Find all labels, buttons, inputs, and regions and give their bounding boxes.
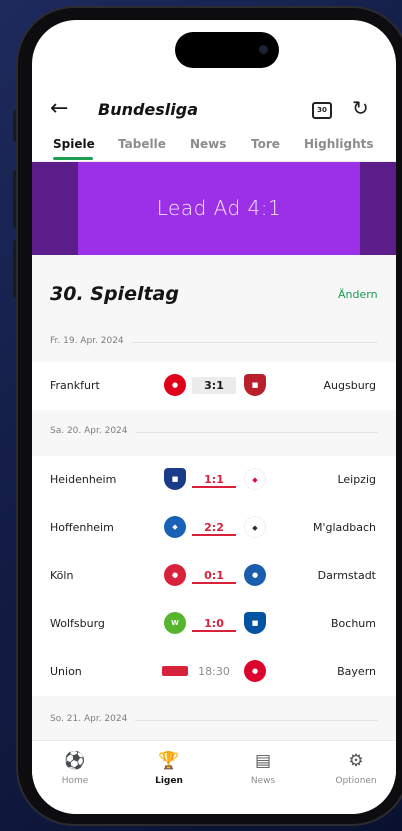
- away-crest-icon: ■: [244, 374, 266, 396]
- newspaper-icon: ▤: [254, 751, 272, 771]
- match-row[interactable]: Union 18:30 ● Bayern: [32, 648, 396, 696]
- back-arrow-icon[interactable]: ←: [50, 96, 68, 121]
- date-label: So. 21. Apr. 2024: [50, 714, 136, 724]
- page-title: Bundesliga: [98, 100, 199, 119]
- match-score: 1:0: [192, 615, 236, 632]
- match-score: 0:1: [192, 567, 236, 584]
- away-team: M'gladbach: [312, 521, 376, 534]
- home-crest-icon: ●: [164, 564, 186, 586]
- away-team: Augsburg: [323, 379, 376, 392]
- change-matchday-link[interactable]: Ändern: [338, 288, 378, 301]
- tab-tore[interactable]: Tore: [251, 137, 280, 151]
- away-team: Bochum: [331, 617, 376, 630]
- nav-label: Ligen: [155, 776, 183, 786]
- home-team: Frankfurt: [50, 379, 100, 392]
- nav-ligen[interactable]: 🏆 Ligen: [134, 751, 204, 786]
- match-row[interactable]: Heidenheim ■ 1:1 ◆ Leipzig: [32, 456, 396, 504]
- active-tab-indicator: [53, 157, 93, 160]
- away-team: Bayern: [337, 665, 376, 678]
- trophy-icon: 🏆: [158, 751, 180, 771]
- phone-screen: ← Bundesliga 30 ↻ Spiele Tabelle News To…: [32, 20, 396, 814]
- home-team: Wolfsburg: [50, 617, 105, 630]
- away-crest-icon: ●: [244, 660, 266, 682]
- match-score: 2:2: [192, 519, 236, 536]
- home-crest-icon: ◆: [164, 516, 186, 538]
- match-row[interactable]: Köln ● 0:1 ● Darmstadt: [32, 552, 396, 600]
- away-crest-icon: ◆: [244, 468, 266, 490]
- tab-tabelle[interactable]: Tabelle: [118, 137, 166, 151]
- football-icon: ⚽: [64, 751, 86, 771]
- away-crest-icon: ●: [244, 564, 266, 586]
- match-list: 30. Spieltag Ändern Fr. 19. Apr. 2024 Fr…: [32, 255, 396, 740]
- calendar-icon[interactable]: 30: [312, 102, 332, 119]
- refresh-icon[interactable]: ↻: [352, 96, 369, 120]
- match-time: 18:30: [198, 665, 230, 678]
- date-header: So. 21. Apr. 2024: [32, 706, 396, 734]
- away-team: Darmstadt: [317, 569, 376, 582]
- lead-ad[interactable]: Lead Ad 4:1: [32, 162, 396, 255]
- home-crest-icon: W: [164, 612, 186, 634]
- date-header: Sa. 20. Apr. 2024: [32, 418, 396, 446]
- home-crest-icon: ■: [164, 468, 186, 490]
- home-crest-icon: ●: [164, 374, 186, 396]
- nav-news[interactable]: ▤ News: [228, 751, 298, 786]
- nav-label: News: [250, 776, 276, 786]
- tab-bar: Spiele Tabelle News Tore Highlights: [32, 132, 396, 162]
- tab-news[interactable]: News: [190, 137, 226, 151]
- nav-label: Home: [61, 776, 89, 786]
- camera-icon: [259, 45, 268, 54]
- nav-label: Optionen: [335, 776, 377, 786]
- home-team: Union: [50, 665, 82, 678]
- dynamic-island: [175, 32, 279, 68]
- gear-icon: ⚙: [348, 751, 364, 771]
- nav-optionen[interactable]: ⚙ Optionen: [321, 751, 391, 786]
- match-row[interactable]: Frankfurt ● 3:1 ■ Augsburg: [32, 362, 396, 410]
- date-label: Fr. 19. Apr. 2024: [50, 336, 132, 346]
- date-header: Fr. 19. Apr. 2024: [32, 328, 396, 356]
- away-crest-icon: ◆: [244, 516, 266, 538]
- match-row[interactable]: Hoffenheim ◆ 2:2 ◆ M'gladbach: [32, 504, 396, 552]
- top-bar: ← Bundesliga 30 ↻: [32, 90, 396, 130]
- matchday-title: 30. Spieltag: [50, 283, 179, 305]
- bottom-navigation: ⚽ Home 🏆 Ligen ▤ News ⚙ Optionen: [32, 740, 396, 814]
- tab-highlights[interactable]: Highlights: [304, 137, 374, 151]
- match-row[interactable]: Wolfsburg W 1:0 ■ Bochum: [32, 600, 396, 648]
- home-team: Köln: [50, 569, 74, 582]
- phone-frame: ← Bundesliga 30 ↻ Spiele Tabelle News To…: [18, 8, 402, 824]
- nav-home[interactable]: ⚽ Home: [40, 751, 110, 786]
- home-crest-icon: [162, 666, 188, 676]
- home-team: Heidenheim: [50, 473, 117, 486]
- tab-spiele[interactable]: Spiele: [53, 137, 95, 151]
- home-team: Hoffenheim: [50, 521, 114, 534]
- match-score: 1:1: [192, 471, 236, 488]
- lead-ad-label: Lead Ad 4:1: [78, 162, 360, 255]
- away-team: Leipzig: [337, 473, 376, 486]
- match-score: 3:1: [192, 377, 236, 394]
- date-label: Sa. 20. Apr. 2024: [50, 426, 136, 436]
- away-crest-icon: ■: [244, 612, 266, 634]
